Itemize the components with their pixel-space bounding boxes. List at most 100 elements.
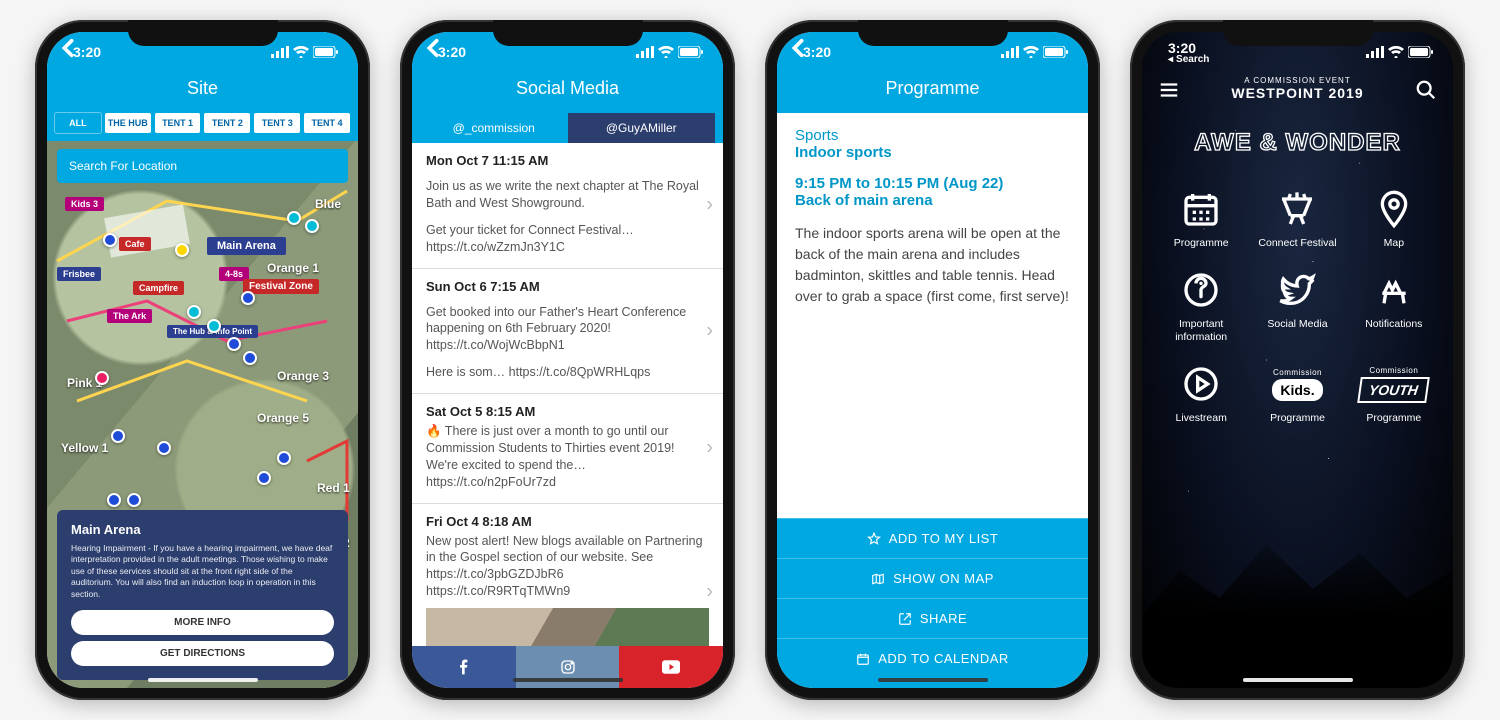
- tag-frisbee[interactable]: Frisbee: [57, 267, 101, 281]
- category-tabs: ALL THE HUB TENT 1 TENT 2 TENT 3 TENT 4: [47, 113, 358, 141]
- map-pin[interactable]: [207, 319, 221, 333]
- post-time: Sun Oct 6 7:15 AM: [426, 279, 709, 294]
- status-icons: [636, 46, 703, 58]
- calendar-icon: [856, 652, 870, 666]
- back-button[interactable]: [57, 34, 85, 62]
- screen-site: 3:20 Site ALL THE HUB TENT 1 TENT 2 TENT…: [47, 32, 358, 688]
- screen-social: 3:20 Social Media @_commission @GuyAMill…: [412, 32, 723, 688]
- cell-notifications[interactable]: Notifications: [1349, 268, 1439, 344]
- home-indicator[interactable]: [148, 678, 258, 682]
- map-pin[interactable]: [287, 211, 301, 225]
- battery-icon: [1408, 46, 1433, 58]
- map-pin[interactable]: [243, 351, 257, 365]
- account-segment: @_commission @GuyAMiller: [412, 113, 723, 143]
- map-pin[interactable]: [107, 493, 121, 507]
- cell-label: Map: [1349, 237, 1439, 250]
- post-image: [426, 608, 709, 646]
- feed-item[interactable]: Sun Oct 6 7:15 AM Get booked into our Fa…: [412, 269, 723, 395]
- tag-campfire[interactable]: Campfire: [133, 281, 184, 295]
- add-to-list-button[interactable]: ADD TO MY LIST: [777, 518, 1088, 558]
- phone-programme: 3:20 Programme Sports Indoor sports 9:15…: [765, 20, 1100, 700]
- home-indicator[interactable]: [513, 678, 623, 682]
- status-icons: [1001, 46, 1068, 58]
- map-pin-star[interactable]: [175, 243, 189, 257]
- map-pin-icon: [1374, 189, 1414, 229]
- search-button[interactable]: [1415, 79, 1437, 101]
- cell-youth-programme[interactable]: Commission YOUTH Programme: [1349, 362, 1439, 425]
- star-icon: [867, 532, 881, 546]
- page-title: Site: [47, 72, 358, 113]
- post-body-line: Get your ticket for Connect Festival… ht…: [426, 222, 709, 256]
- seg-guyamiller[interactable]: @GuyAMiller: [568, 113, 716, 143]
- map-pin[interactable]: [277, 451, 291, 465]
- facebook-tab[interactable]: [412, 646, 516, 688]
- tab-tent2[interactable]: TENT 2: [204, 113, 250, 133]
- map-pin[interactable]: [257, 471, 271, 485]
- action-label: ADD TO MY LIST: [889, 531, 999, 546]
- event-time: 9:15 PM to 10:15 PM (Aug 22): [795, 175, 1070, 192]
- signal-icon: [1001, 46, 1019, 58]
- cell-livestream[interactable]: Livestream: [1156, 362, 1246, 425]
- post-body: Get booked into our Father's Heart Confe…: [426, 304, 709, 382]
- label-yellow1: Yellow 1: [61, 441, 108, 455]
- wifi-icon: [293, 46, 309, 58]
- map-pin[interactable]: [103, 233, 117, 247]
- feed-item[interactable]: Fri Oct 4 8:18 AM New post alert! New bl…: [412, 504, 723, 647]
- home-indicator[interactable]: [878, 678, 988, 682]
- cell-important-info[interactable]: Important information: [1156, 268, 1246, 344]
- wifi-icon: [658, 46, 674, 58]
- get-directions-button[interactable]: GET DIRECTIONS: [71, 641, 334, 666]
- cell-programme[interactable]: Programme: [1156, 187, 1246, 250]
- share-button[interactable]: SHARE: [777, 598, 1088, 638]
- label-red1: Red 1: [317, 481, 350, 495]
- show-on-map-button[interactable]: SHOW ON MAP: [777, 558, 1088, 598]
- feed-item[interactable]: Sat Oct 5 8:15 AM 🔥 There is just over a…: [412, 394, 723, 504]
- search-input[interactable]: Search For Location: [57, 149, 348, 183]
- map-pin[interactable]: [241, 291, 255, 305]
- map-pin[interactable]: [227, 337, 241, 351]
- cell-map[interactable]: Map: [1349, 187, 1439, 250]
- map-pin[interactable]: [305, 219, 319, 233]
- cell-social-media[interactable]: Social Media: [1252, 268, 1342, 344]
- label-orange5: Orange 5: [257, 411, 309, 425]
- map-pin[interactable]: [127, 493, 141, 507]
- map-pin[interactable]: [187, 305, 201, 319]
- cell-label: Important information: [1156, 318, 1246, 344]
- youth-badge: YOUTH: [1358, 377, 1431, 403]
- label-festival-zone[interactable]: Festival Zone: [243, 279, 319, 294]
- label-main-arena[interactable]: Main Arena: [207, 237, 286, 255]
- map-pin[interactable]: [111, 429, 125, 443]
- post-body: 🔥 There is just over a month to go until…: [426, 423, 709, 491]
- cell-label: Livestream: [1156, 412, 1246, 425]
- menu-button[interactable]: [1158, 79, 1180, 101]
- back-button[interactable]: [422, 34, 450, 62]
- tag-cafe[interactable]: Cafe: [119, 237, 151, 251]
- status-icons: [1366, 46, 1433, 58]
- more-info-button[interactable]: MORE INFO: [71, 610, 334, 635]
- tab-all[interactable]: ALL: [55, 113, 101, 133]
- post-body: Join us as we write the next chapter at …: [426, 178, 709, 256]
- tag-ark[interactable]: The Ark: [107, 309, 152, 323]
- cell-label: Programme: [1349, 412, 1439, 425]
- youtube-tab[interactable]: [619, 646, 723, 688]
- tab-tent1[interactable]: TENT 1: [155, 113, 201, 133]
- cell-kids-programme[interactable]: Commission Kids. Programme: [1252, 362, 1342, 425]
- cell-connect-festival[interactable]: Connect Festival: [1252, 187, 1342, 250]
- map-pin[interactable]: [157, 441, 171, 455]
- label-orange3: Orange 3: [277, 369, 329, 383]
- seg-commission[interactable]: @_commission: [420, 113, 568, 143]
- home-indicator[interactable]: [1243, 678, 1353, 682]
- back-button[interactable]: [787, 34, 815, 62]
- badge-sub: Commission: [1369, 366, 1418, 375]
- feed-list[interactable]: Mon Oct 7 11:15 AM Join us as we write t…: [412, 143, 723, 646]
- tag-kids3[interactable]: Kids 3: [65, 197, 104, 211]
- map-pin[interactable]: [95, 371, 109, 385]
- feed-item[interactable]: Mon Oct 7 11:15 AM Join us as we write t…: [412, 143, 723, 269]
- back-to-search[interactable]: ◂ Search: [1168, 54, 1209, 65]
- tab-thehub[interactable]: THE HUB: [105, 113, 151, 133]
- badge-sub: Commission: [1273, 368, 1322, 377]
- map-canvas[interactable]: Search For Location Kids 3 Cafe Frisbee …: [47, 141, 358, 688]
- tab-tent3[interactable]: TENT 3: [254, 113, 300, 133]
- tab-tent4[interactable]: TENT 4: [304, 113, 350, 133]
- event-description: The indoor sports arena will be open at …: [795, 223, 1070, 307]
